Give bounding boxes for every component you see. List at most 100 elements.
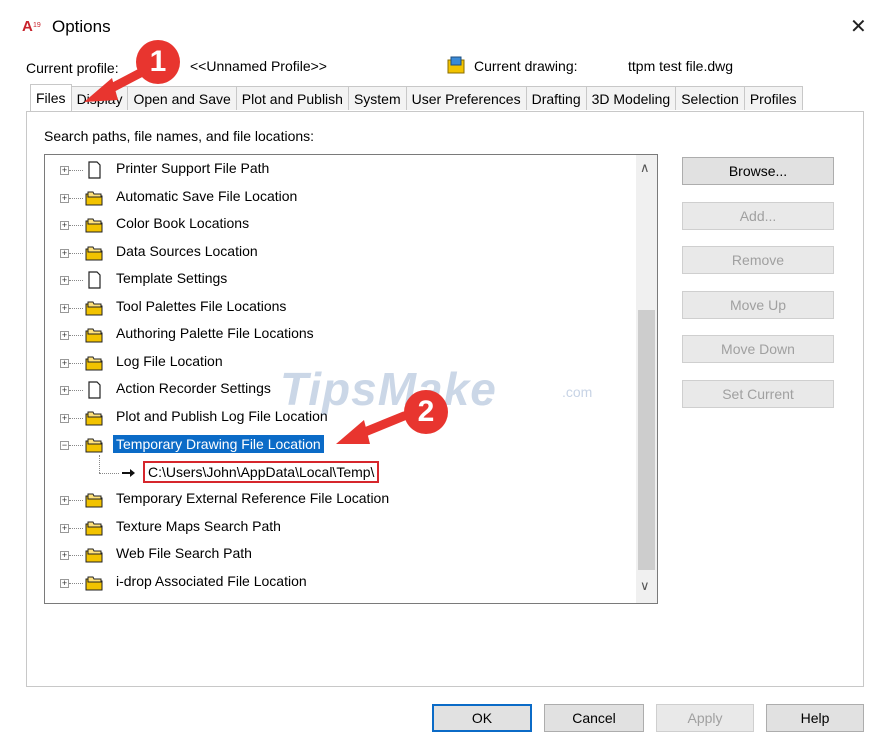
folder-icon <box>85 244 103 262</box>
tab-system[interactable]: System <box>347 86 407 110</box>
tree-row[interactable]: + Authoring Palette File Locations <box>44 323 634 347</box>
folder-icon <box>85 491 103 509</box>
tree-row[interactable]: + Printer Support File Path <box>44 158 634 182</box>
tree-item-label[interactable]: Template Settings <box>116 270 227 286</box>
expand-icon[interactable]: + <box>60 166 69 175</box>
expand-icon[interactable]: + <box>60 578 69 588</box>
expand-icon[interactable]: + <box>60 221 69 230</box>
tree-connector <box>69 555 83 556</box>
current-profile-value: <<Unnamed Profile>> <box>190 58 327 74</box>
tree-row[interactable]: − Temporary Drawing File Location <box>44 433 634 457</box>
title-bar <box>0 0 870 50</box>
folder-icon <box>85 546 103 564</box>
collapse-icon[interactable]: − <box>60 441 69 450</box>
tree-item-label[interactable]: Temporary External Reference File Locati… <box>116 490 389 506</box>
temp-path-value[interactable]: C:\Users\John\AppData\Local\Temp\ <box>143 460 380 483</box>
tree-connector <box>69 170 83 171</box>
tab-open-and-save[interactable]: Open and Save <box>127 86 237 110</box>
tree-connector <box>99 454 100 473</box>
tree-row[interactable]: + Tool Palettes File Locations <box>44 296 634 320</box>
svg-text:19: 19 <box>33 22 41 29</box>
scroll-down-icon[interactable]: ∨ <box>640 578 650 594</box>
tree-path-row[interactable]: C:\Users\John\AppData\Local\Temp\ <box>44 454 634 485</box>
watermark: TipsMake <box>280 363 497 415</box>
expand-icon[interactable]: + <box>60 496 69 505</box>
tree-row[interactable]: + Web File Search Path <box>44 543 634 567</box>
document-icon <box>85 381 103 399</box>
drawing-icon <box>447 56 465 74</box>
browse-button[interactable]: Browse... <box>682 157 834 185</box>
tree-item-label[interactable]: Authoring Palette File Locations <box>116 325 314 341</box>
expand-icon[interactable]: + <box>60 413 69 423</box>
tab-strip: Files Display Open and Save Plot and Pub… <box>30 84 803 112</box>
tab-drafting[interactable]: Drafting <box>525 86 587 110</box>
scroll-up-icon[interactable]: ∧ <box>640 160 650 176</box>
expand-icon[interactable]: + <box>60 331 69 340</box>
tree-item-label[interactable]: i-drop Associated File Location <box>116 573 307 589</box>
tree-row[interactable]: + Data Sources Location <box>44 241 634 265</box>
help-button[interactable]: Help <box>766 704 864 732</box>
ok-button[interactable]: OK <box>432 704 532 732</box>
expand-icon[interactable]: + <box>60 303 69 313</box>
tree-item-label[interactable]: Texture Maps Search Path <box>116 518 281 534</box>
close-icon[interactable]: ✕ <box>850 14 867 39</box>
tab-profiles[interactable]: Profiles <box>743 86 803 110</box>
tree-item-label[interactable]: Printer Support File Path <box>116 160 269 176</box>
folder-icon <box>85 436 103 454</box>
tree-connector <box>99 472 119 474</box>
autocad-icon: A 19 <box>22 18 41 35</box>
tab-display[interactable]: Display <box>70 86 129 110</box>
current-drawing-value: ttpm test file.dwg <box>628 58 734 74</box>
cancel-button[interactable]: Cancel <box>544 704 644 732</box>
tree-item-label[interactable]: Temporary Drawing File Location <box>113 435 324 453</box>
tree-item-label[interactable]: Tool Palettes File Locations <box>116 298 286 314</box>
tree-item-label[interactable]: Web File Search Path <box>116 545 252 561</box>
expand-icon[interactable]: + <box>60 248 69 258</box>
tree-connector <box>69 390 83 391</box>
expand-icon[interactable]: + <box>60 386 69 395</box>
folder-icon <box>85 519 103 537</box>
folder-icon <box>85 216 103 234</box>
expand-icon[interactable]: + <box>60 523 69 533</box>
tree-row[interactable]: + i-drop Associated File Location <box>44 571 634 595</box>
tree-item-label[interactable]: Action Recorder Settings <box>116 380 271 396</box>
tab-files[interactable]: Files <box>30 84 72 111</box>
move-up-button[interactable]: Move Up <box>682 291 834 319</box>
tree-item-label[interactable]: Log File Location <box>116 353 223 369</box>
apply-button[interactable]: Apply <box>656 704 754 732</box>
tree-row[interactable]: + Automatic Save File Location <box>44 186 634 210</box>
tree-connector <box>69 252 83 254</box>
scrollbar-thumb[interactable] <box>638 310 655 570</box>
tree-item-label[interactable]: Color Book Locations <box>116 215 249 231</box>
tab-3d-modeling[interactable]: 3D Modeling <box>585 86 677 110</box>
tree-connector <box>69 362 83 364</box>
tree-row[interactable]: + Color Book Locations <box>44 213 634 237</box>
tree-connector <box>69 335 83 336</box>
tab-user-preferences[interactable]: User Preferences <box>405 86 527 110</box>
set-current-button[interactable]: Set Current <box>682 380 834 408</box>
expand-icon[interactable]: + <box>60 276 69 285</box>
tree-row[interactable]: + Template Settings <box>44 268 634 292</box>
expand-icon[interactable]: + <box>60 193 69 203</box>
tree-connector <box>69 445 83 446</box>
step-2-badge: 2 <box>404 390 448 434</box>
expand-icon[interactable]: + <box>60 358 69 368</box>
move-down-button[interactable]: Move Down <box>682 335 834 363</box>
tree-item-label[interactable]: Data Sources Location <box>116 243 258 259</box>
tree-item-label[interactable]: Automatic Save File Location <box>116 188 297 204</box>
arrow-right-icon <box>120 464 138 482</box>
current-profile-label: Current profile: <box>26 60 119 76</box>
add-button[interactable]: Add... <box>682 202 834 230</box>
expand-icon[interactable]: + <box>60 551 69 560</box>
remove-button[interactable]: Remove <box>682 246 834 274</box>
tree-row[interactable]: + Texture Maps Search Path <box>44 516 634 540</box>
tab-selection[interactable]: Selection <box>675 86 745 110</box>
folder-icon <box>85 326 103 344</box>
tree-connector <box>69 527 83 529</box>
document-icon <box>85 161 103 179</box>
tree-row[interactable]: + Temporary External Reference File Locat… <box>44 488 634 512</box>
tree-connector <box>69 417 83 419</box>
tab-plot-and-publish[interactable]: Plot and Publish <box>235 86 349 110</box>
folder-icon <box>85 409 103 427</box>
window-title: Options <box>52 17 111 36</box>
